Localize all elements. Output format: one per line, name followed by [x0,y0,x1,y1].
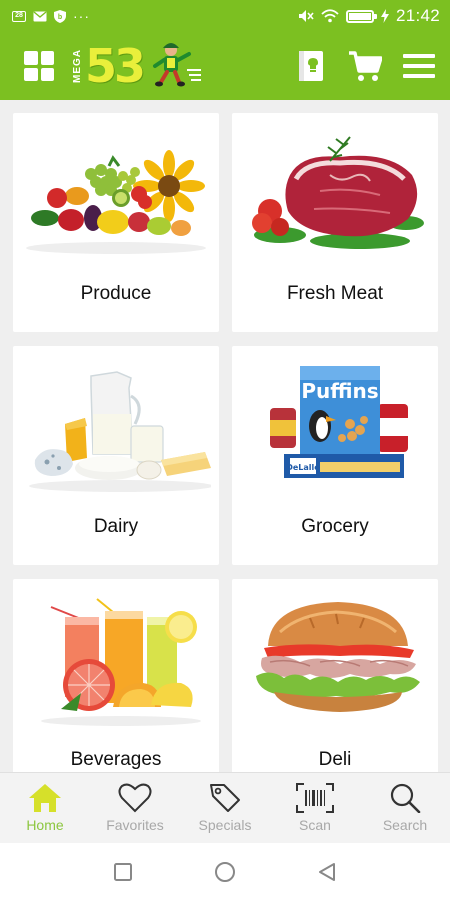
hamburger-menu-icon [403,54,435,78]
system-navigation-bar [0,843,450,900]
grid-cell [24,67,38,81]
deli-image [232,579,438,744]
nav-specials[interactable]: Specials [180,773,270,843]
nav-label: Search [382,817,428,833]
logo-number: 53 [85,39,146,93]
cart-icon [349,51,382,81]
cart-button[interactable] [348,49,382,83]
nav-search[interactable]: Search [360,773,450,843]
mega53-logo: MEGA 53 [72,41,203,91]
search-icon [390,783,421,813]
tag-icon [210,784,240,812]
status-bar-right: 21:42 [298,6,440,26]
produce-image [13,113,219,278]
category-card-grocery[interactable]: Puffins DeLallo Grocery [232,346,438,565]
circle-icon [215,861,235,882]
app-actions [294,49,436,83]
cereal-brand: Puffins [301,379,378,403]
shopping-list-button[interactable] [294,49,328,83]
shield-icon: b [54,9,66,23]
nav-scan[interactable]: Scan [270,773,360,843]
grid-cell [40,67,54,81]
grid-cell [40,51,54,65]
barcode-scan-icon [296,783,334,813]
nav-label: Specials [198,817,252,833]
category-card-dairy[interactable]: Dairy [13,346,219,565]
recent-apps-button[interactable] [112,861,134,883]
home-system-button[interactable] [214,861,236,883]
category-label: Beverages [70,749,162,770]
mail-icon [33,10,47,21]
bottom-navigation: Home Favorites Specials Scan Search [0,772,450,843]
charging-icon [380,9,389,23]
nav-label: Home [26,817,64,833]
fresh-meat-image [232,113,438,278]
status-bar: 28 b ··· 21:42 [0,0,450,32]
nav-home[interactable]: Home [0,773,90,843]
status-bar-left: 28 b ··· [12,8,90,24]
battery-icon [345,9,377,23]
dairy-image [13,346,219,511]
nav-favorites[interactable]: Favorites [90,773,180,843]
categories-grid-button[interactable] [24,51,54,81]
more-dots-icon: ··· [73,8,90,24]
beverages-image [13,579,219,744]
category-label: Grocery [301,516,369,537]
svg-text:b: b [58,14,62,21]
category-label: Deli [318,749,352,770]
mute-icon [298,10,314,22]
pasta-brand: DeLallo [286,463,320,472]
status-time: 21:42 [395,6,440,25]
category-card-beverages[interactable]: Beverages [13,579,219,772]
category-grid: Produce Fresh Meat Dairy Puffins DeLallo… [0,100,450,772]
grid-cell [24,51,38,65]
shopping-list-icon [299,51,323,81]
notification-badge-icon: 28 [12,10,26,22]
wifi-icon [321,9,339,23]
grocery-image: Puffins DeLallo [232,346,438,511]
grocer-mascot-icon [153,43,202,87]
nav-label: Favorites [106,817,164,833]
back-system-button[interactable] [316,861,338,883]
logo-prefix: MEGA [72,49,83,83]
menu-button[interactable] [402,49,436,83]
square-icon [114,862,132,881]
category-label: Fresh Meat [286,283,384,304]
category-label: Produce [80,283,152,304]
heart-icon [118,783,152,813]
category-card-deli[interactable]: Deli [232,579,438,772]
home-icon [29,784,61,812]
nav-label: Scan [299,817,331,833]
sunflower [133,149,205,222]
app-bar: MEGA 53 [0,32,450,100]
back-triangle-icon [319,862,335,881]
category-label: Dairy [93,516,139,537]
category-card-fresh-meat[interactable]: Fresh Meat [232,113,438,332]
category-card-produce[interactable]: Produce [13,113,219,332]
